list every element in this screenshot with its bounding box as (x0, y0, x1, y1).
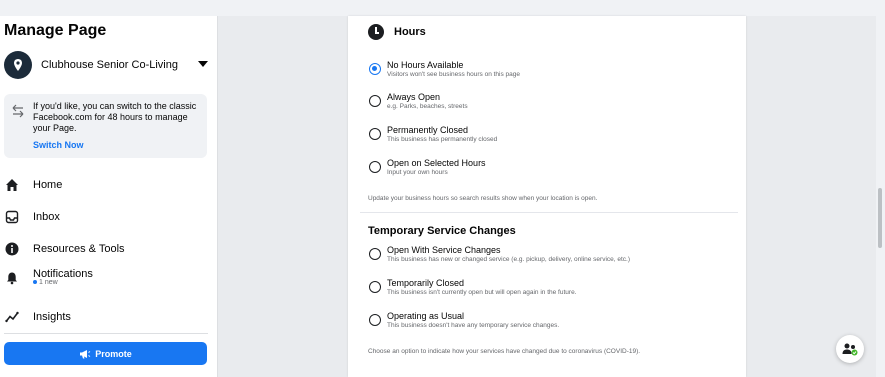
hours-title: Hours (394, 26, 426, 38)
promote-label: Promote (95, 348, 132, 359)
sidebar-item-label: Inbox (33, 211, 60, 223)
hours-option-no-hours[interactable]: No Hours Available Visitors won't see bu… (368, 60, 738, 84)
home-icon (4, 177, 20, 193)
megaphone-icon (80, 349, 91, 358)
temp-option-temporarily-closed[interactable]: Temporarily Closed This business isn't c… (368, 278, 738, 302)
option-label: Operating as Usual (387, 311, 465, 321)
radio-selected[interactable] (369, 63, 381, 75)
option-description: This business doesn't have any temporary… (387, 322, 560, 329)
classic-switch-notice: If you'd like, you can switch to the cla… (4, 94, 207, 158)
sidebar-item-resources[interactable]: Resources & Tools (4, 237, 210, 261)
sidebar-item-inbox[interactable]: Inbox (4, 205, 210, 229)
inbox-icon (4, 209, 20, 225)
option-description: Input your own hours (387, 169, 448, 176)
section-divider (360, 212, 738, 213)
people-icon (842, 343, 858, 356)
option-label: Open on Selected Hours (387, 158, 486, 168)
notifications-count: 1 new (33, 279, 58, 286)
sidebar-title: Manage Page (4, 22, 107, 39)
scrollbar-thumb[interactable] (878, 188, 882, 248)
sidebar-item-label: Insights (33, 311, 71, 323)
option-label: Temporarily Closed (387, 278, 465, 288)
clock-icon (368, 24, 384, 40)
temporary-helper-text: Choose an option to indicate how your se… (368, 348, 641, 355)
page-name: Clubhouse Senior Co-Living (41, 59, 178, 71)
sidebar-divider (4, 333, 208, 334)
option-label: Permanently Closed (387, 125, 469, 135)
sidebar-item-insights[interactable]: Insights (4, 305, 210, 329)
radio[interactable] (369, 161, 381, 173)
temporary-changes-title: Temporary Service Changes (368, 225, 516, 237)
sidebar-item-notifications[interactable]: Notifications 1 new (4, 266, 210, 290)
option-description: This business isn't currently open but w… (387, 289, 577, 296)
sidebar-item-label: Home (33, 179, 63, 191)
radio[interactable] (369, 95, 381, 107)
option-description: This business has permanently closed (387, 136, 498, 143)
chevron-down-icon[interactable] (198, 61, 208, 67)
option-description: Visitors won't see business hours on thi… (387, 71, 521, 78)
radio[interactable] (369, 248, 381, 260)
sidebar-item-home[interactable]: Home (4, 173, 210, 197)
page-logo-icon (4, 51, 32, 79)
hours-option-always-open[interactable]: Always Open e.g. Parks, beaches, streets (368, 92, 738, 116)
radio[interactable] (369, 314, 381, 326)
new-dot-icon (33, 280, 37, 285)
bell-icon (4, 270, 20, 286)
switch-arrows-icon (12, 104, 24, 118)
radio[interactable] (369, 281, 381, 293)
option-label: Always Open (387, 92, 441, 102)
people-button[interactable] (836, 335, 864, 363)
temp-option-operating-as-usual[interactable]: Operating as Usual This business doesn't… (368, 311, 738, 335)
page-selector[interactable]: Clubhouse Senior Co-Living (4, 50, 210, 80)
insights-icon (4, 309, 20, 325)
hours-helper-text: Update your business hours so search res… (368, 195, 598, 202)
option-label: Open With Service Changes (387, 245, 501, 255)
temp-option-service-changes[interactable]: Open With Service Changes This business … (368, 245, 738, 269)
option-description: This business has new or changed service… (387, 256, 631, 263)
sidebar-item-label: Resources & Tools (33, 243, 125, 255)
info-icon (4, 241, 20, 257)
radio[interactable] (369, 128, 381, 140)
notifications-count-text: 1 new (39, 279, 58, 286)
notice-text: If you'd like, you can switch to the cla… (33, 101, 197, 133)
top-strip (0, 0, 885, 16)
hours-option-selected-hours[interactable]: Open on Selected Hours Input your own ho… (368, 158, 738, 182)
hours-option-permanently-closed[interactable]: Permanently Closed This business has per… (368, 125, 738, 149)
option-description: e.g. Parks, beaches, streets (387, 103, 468, 110)
hours-header: Hours (368, 24, 426, 40)
switch-now-link[interactable]: Switch Now (33, 140, 84, 150)
option-label: No Hours Available (387, 60, 464, 70)
promote-button[interactable]: Promote (4, 342, 207, 365)
